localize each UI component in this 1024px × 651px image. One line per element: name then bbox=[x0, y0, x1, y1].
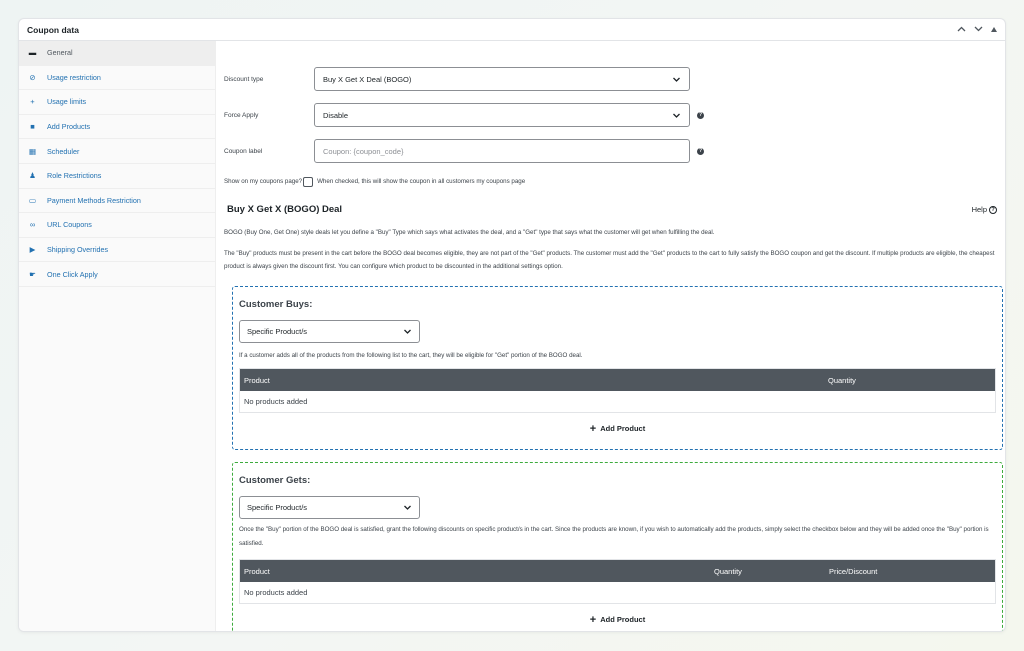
coupon-label-row: Coupon label Coupon: {coupon_code} ? bbox=[224, 139, 704, 163]
discount-type-select[interactable]: Buy X Get X Deal (BOGO) bbox=[314, 67, 690, 91]
pointer-icon: ☛ bbox=[29, 269, 36, 279]
sidebar-item-general[interactable]: ▬ General bbox=[19, 41, 215, 66]
customer-gets-type-value: Specific Product/s bbox=[247, 503, 308, 512]
sidebar-item-label: General bbox=[47, 48, 73, 58]
customer-buys-type-select[interactable]: Specific Product/s bbox=[239, 320, 420, 343]
move-down-icon[interactable] bbox=[974, 25, 983, 34]
show-on-coupons-page-row: Show on my coupons page? When checked, t… bbox=[224, 176, 525, 189]
help-link[interactable]: Help ? bbox=[972, 205, 997, 214]
sidebar-item-shipping-overrides[interactable]: ▶ Shipping Overrides bbox=[19, 238, 215, 263]
chevron-down-icon bbox=[404, 329, 411, 334]
sidebar-item-label: Scheduler bbox=[47, 146, 80, 156]
panel-controls bbox=[957, 25, 997, 34]
column-price-discount: Price/Discount bbox=[829, 567, 878, 576]
sidebar-item-label: Role Restrictions bbox=[47, 171, 102, 181]
sidebar-item-one-click-apply[interactable]: ☛ One Click Apply bbox=[19, 262, 215, 287]
customer-gets-description: Once the "Buy" portion of the BOGO deal … bbox=[239, 526, 989, 547]
sidebar-item-add-products[interactable]: ■ Add Products bbox=[19, 115, 215, 140]
sidebar-item-label: One Click Apply bbox=[47, 269, 98, 279]
user-icon: ♟ bbox=[29, 171, 36, 181]
force-apply-label: Force Apply bbox=[224, 111, 259, 119]
show-on-page-label: Show on my coupons page? bbox=[224, 178, 303, 185]
sidebar-item-url-coupons[interactable]: ∞ URL Coupons bbox=[19, 213, 215, 238]
column-product: Product bbox=[244, 567, 270, 576]
coupon-label-input[interactable]: Coupon: {coupon_code} bbox=[314, 139, 690, 163]
help-tip-icon[interactable]: ? bbox=[697, 147, 704, 155]
sidebar-item-usage-restriction[interactable]: ⊘ Usage restriction bbox=[19, 66, 215, 91]
coupon-label-placeholder: Coupon: {coupon_code} bbox=[323, 146, 404, 156]
show-on-page-description: When checked, this will show the coupon … bbox=[317, 178, 526, 185]
column-product: Product bbox=[244, 376, 270, 385]
customer-buys-description: If a customer adds all of the products f… bbox=[239, 352, 583, 359]
move-up-icon[interactable] bbox=[957, 25, 966, 34]
column-quantity: Quantity bbox=[714, 567, 742, 576]
card-icon: ▭ bbox=[28, 195, 37, 205]
general-tab-content: Discount type Buy X Get X Deal (BOGO) Fo… bbox=[224, 41, 1003, 631]
customer-buys-type-value: Specific Product/s bbox=[247, 327, 308, 336]
sidebar-item-label: Usage limits bbox=[47, 97, 87, 107]
table-empty-row: No products added bbox=[244, 588, 308, 597]
chevron-down-icon bbox=[673, 77, 680, 82]
sidebar-item-label: URL Coupons bbox=[47, 220, 92, 230]
plus-icon: + bbox=[30, 97, 35, 107]
panel-title: Coupon data bbox=[27, 24, 79, 35]
customer-gets-title: Customer Gets: bbox=[239, 475, 311, 486]
bogo-note-text: The "Buy" products must be present in th… bbox=[224, 250, 995, 270]
show-on-page-checkbox[interactable] bbox=[303, 177, 314, 188]
plus-icon: + bbox=[589, 614, 597, 626]
column-quantity: Quantity bbox=[828, 376, 856, 385]
sidebar-item-scheduler[interactable]: ▦ Scheduler bbox=[19, 139, 215, 164]
sidebar-item-label: Add Products bbox=[47, 122, 91, 132]
chevron-down-icon bbox=[673, 113, 680, 118]
sidebar-item-payment-methods-restriction[interactable]: ▭ Payment Methods Restriction bbox=[19, 189, 215, 214]
table-empty-row: No products added bbox=[244, 397, 308, 406]
ticket-icon: ▬ bbox=[28, 48, 37, 58]
sidebar-item-label: Shipping Overrides bbox=[47, 245, 109, 255]
customer-buys-title: Customer Buys: bbox=[239, 299, 313, 310]
sidebar-item-usage-limits[interactable]: + Usage limits bbox=[19, 90, 215, 115]
chevron-down-icon bbox=[404, 505, 411, 510]
bag-icon: ■ bbox=[30, 122, 35, 132]
truck-icon: ▶ bbox=[29, 245, 36, 255]
table-header: Product Quantity Price/Discount bbox=[240, 560, 995, 582]
customer-gets-type-select[interactable]: Specific Product/s bbox=[239, 496, 420, 519]
customer-buys-add-product-button[interactable]: + Add Product bbox=[233, 422, 1002, 435]
coupon-label-label: Coupon label bbox=[224, 147, 263, 155]
bogo-intro-text: BOGO (Buy One, Get One) style deals let … bbox=[224, 229, 715, 236]
bogo-section-title: Buy X Get X (BOGO) Deal bbox=[227, 204, 343, 215]
customer-gets-add-product-button[interactable]: + Add Product bbox=[233, 613, 1002, 626]
add-product-label: Add Product bbox=[600, 424, 646, 433]
force-apply-value: Disable bbox=[323, 110, 349, 120]
bogo-heading-row: Buy X Get X (BOGO) Deal Help ? bbox=[227, 204, 997, 215]
block-icon: ⊘ bbox=[29, 72, 36, 82]
calendar-icon: ▦ bbox=[28, 146, 37, 156]
plus-icon: + bbox=[589, 423, 597, 435]
table-header: Product Quantity bbox=[240, 369, 995, 391]
sidebar-item-role-restrictions[interactable]: ♟ Role Restrictions bbox=[19, 164, 215, 189]
panel-header: Coupon data bbox=[19, 19, 1005, 41]
sidebar-item-label: Payment Methods Restriction bbox=[47, 195, 141, 205]
customer-buys-box: Customer Buys: Specific Product/s If a c… bbox=[232, 286, 1003, 450]
discount-type-label: Discount type bbox=[224, 75, 264, 83]
force-apply-select[interactable]: Disable bbox=[314, 103, 690, 127]
add-product-label: Add Product bbox=[600, 615, 646, 624]
coupon-data-panel: Coupon data ▬ General ⊘ Usage restriction + U… bbox=[18, 18, 1006, 632]
sidebar-item-label: Usage restriction bbox=[47, 72, 101, 82]
discount-type-value: Buy X Get X Deal (BOGO) bbox=[323, 74, 412, 84]
collapse-toggle-icon[interactable] bbox=[991, 25, 997, 34]
question-circle-icon: ? bbox=[989, 205, 997, 214]
discount-type-row: Discount type Buy X Get X Deal (BOGO) bbox=[224, 67, 690, 91]
coupon-tabs-sidebar: ▬ General ⊘ Usage restriction + Usage limits ■… bbox=[19, 41, 216, 631]
force-apply-row: Force Apply Disable ? bbox=[224, 103, 704, 127]
help-tip-icon[interactable]: ? bbox=[697, 111, 704, 119]
link-icon: ∞ bbox=[29, 220, 36, 230]
customer-buys-table: Product Quantity No products added bbox=[239, 368, 996, 413]
customer-gets-box: Customer Gets: Specific Product/s Once t… bbox=[232, 462, 1003, 631]
customer-gets-table: Product Quantity Price/Discount No produ… bbox=[239, 559, 996, 604]
help-link-label: Help bbox=[971, 205, 987, 214]
